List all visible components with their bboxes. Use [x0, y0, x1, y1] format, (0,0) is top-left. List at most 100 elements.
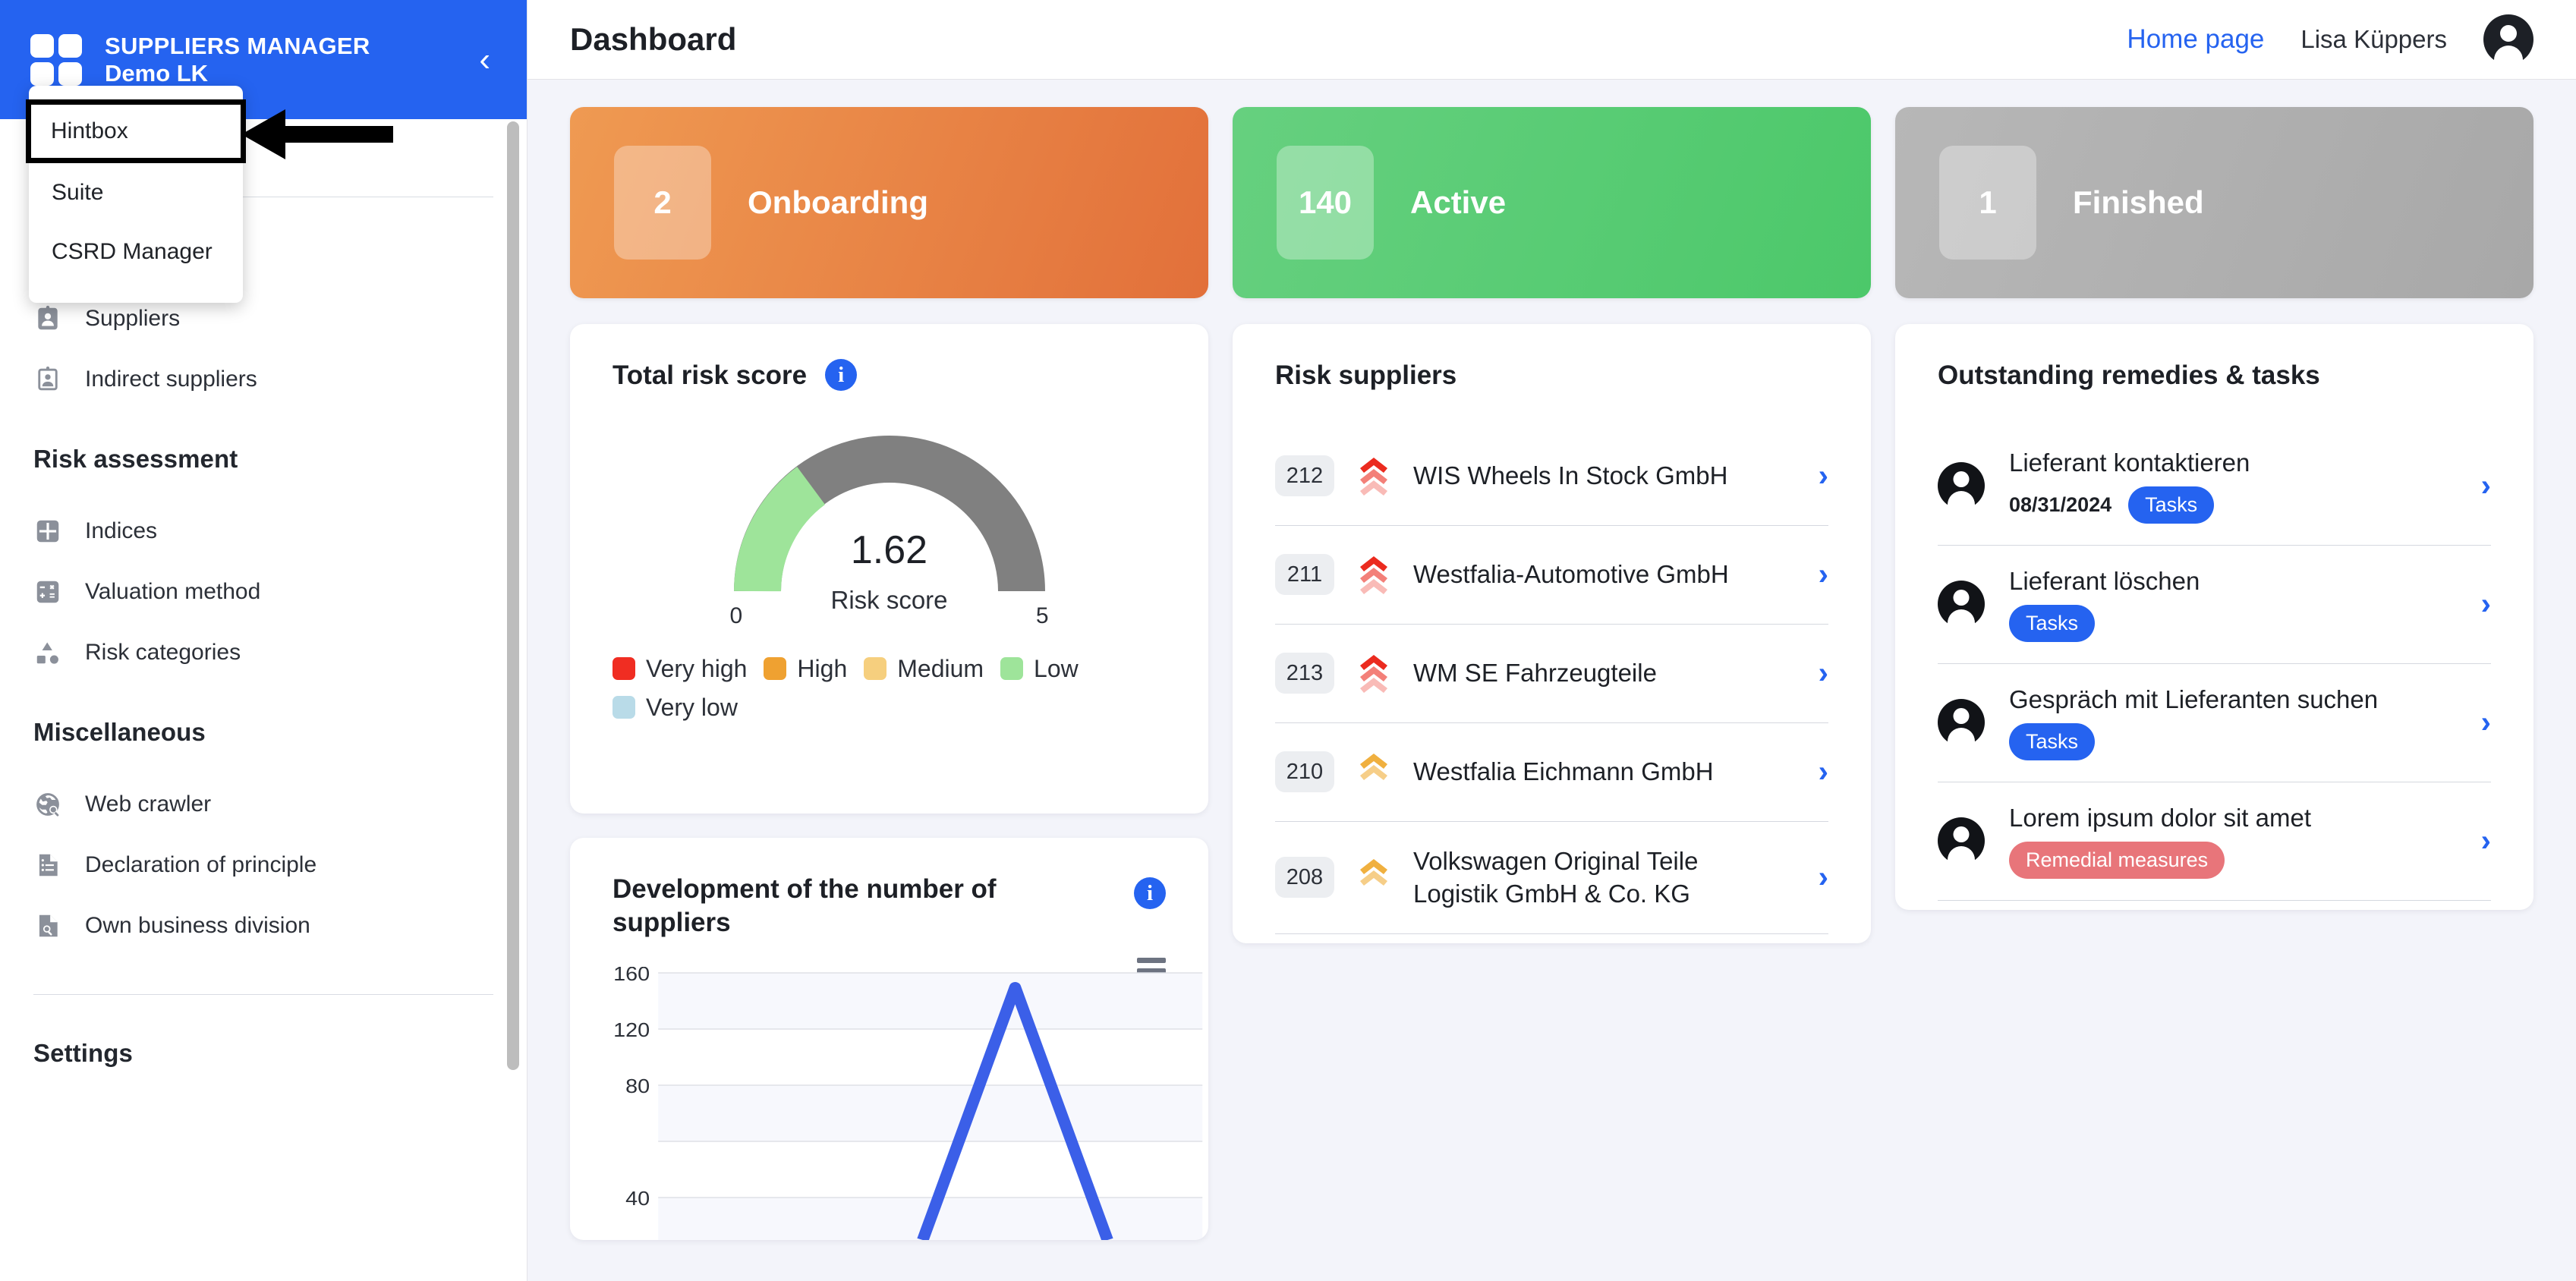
risk-gauge: 1.62 Risk score: [730, 430, 1049, 614]
supplier-name: WIS Wheels In Stock GmbH: [1413, 461, 1728, 490]
status-label: Finished: [2073, 184, 2204, 220]
legend-swatch: [613, 696, 635, 719]
legend-label: High: [797, 654, 848, 682]
legend-label: Low: [1034, 654, 1079, 682]
legend-swatch: [1000, 657, 1024, 681]
calculator-icon: [33, 578, 62, 606]
table-row[interactable]: 208 Volkswagen Original Teile Logistik G…: [1275, 822, 1828, 934]
chevron-right-icon[interactable]: ›: [1819, 862, 1828, 892]
info-icon[interactable]: i: [1134, 877, 1166, 909]
brand-title: SUPPLIERS MANAGER: [105, 32, 370, 59]
task-title: Gespräch mit Lieferanten suchen: [2009, 685, 2379, 713]
risk-level-chevrons-high-icon: [1357, 653, 1390, 694]
sidebar-item-web-crawler[interactable]: Web crawler: [33, 774, 493, 835]
gauge-caption: Risk score: [830, 585, 948, 614]
status-badge: Remedial measures: [2009, 841, 2225, 879]
supplier-name: Westfalia Eichmann GmbH: [1413, 757, 1714, 786]
chevron-right-icon[interactable]: ›: [2481, 471, 2491, 501]
chevron-right-icon[interactable]: ›: [1819, 658, 1828, 688]
info-icon[interactable]: i: [825, 359, 858, 391]
risk-level-chevrons-high-icon: [1357, 555, 1390, 595]
sidebar-scrollbar[interactable]: [507, 121, 519, 1070]
list-item[interactable]: Gespräch mit Lieferanten suchen Tasks ›: [1938, 664, 2491, 782]
sidebar-item-declaration-of-principle[interactable]: Declaration of principle: [33, 835, 493, 895]
page-title: Dashboard: [570, 21, 737, 57]
sidebar-item-label: Indices: [85, 518, 158, 543]
sidebar-item-label: Suppliers: [85, 306, 181, 331]
status-card-finished[interactable]: 1 Finished: [1895, 107, 2533, 298]
user-name-label: Lisa Küppers: [2300, 25, 2447, 53]
user-avatar-icon[interactable]: [2483, 14, 2533, 65]
annotation-arrow-left-icon: [241, 109, 393, 159]
task-title: Lieferant löschen: [2009, 566, 2200, 595]
risk-suppliers-card: Risk suppliers 212 WIS Wheels In Stock G…: [1233, 324, 1871, 943]
sidebar-item-label: Risk categories: [85, 640, 241, 665]
brand-subtitle: Demo LK: [105, 59, 209, 87]
sidebar-item-valuation-method[interactable]: Valuation method: [33, 562, 493, 622]
chevron-right-icon[interactable]: ›: [2481, 589, 2491, 619]
table-row[interactable]: 211 Westfalia-Automotive GmbH ›: [1275, 526, 1828, 625]
status-label: Onboarding: [748, 184, 928, 220]
sidebar-item-indices[interactable]: Indices: [33, 501, 493, 562]
status-badge: Tasks: [2009, 604, 2096, 642]
svg-text:160: 160: [613, 967, 650, 985]
status-count: 140: [1277, 146, 1374, 260]
dashboard-column-middle: Risk suppliers 212 WIS Wheels In Stock G…: [1233, 324, 1871, 943]
chevron-right-icon[interactable]: ›: [2481, 826, 2491, 856]
legend-item-medium: Medium: [864, 655, 984, 683]
table-row[interactable]: 212 WIS Wheels In Stock GmbH ›: [1275, 427, 1828, 526]
legend-label: Very low: [646, 693, 738, 721]
grid-icon: [33, 517, 62, 546]
dashboard-column-right: Outstanding remedies & tasks Lieferant k…: [1895, 324, 2533, 910]
supplier-number: 211: [1275, 554, 1334, 596]
list-item[interactable]: Lieferant kontaktieren 08/31/2024 Tasks …: [1938, 427, 2491, 546]
id-card-person-icon: [33, 304, 62, 333]
list-item[interactable]: Lorem ipsum dolor sit amet Remedial meas…: [1938, 782, 2491, 901]
chevron-right-icon[interactable]: ›: [1819, 559, 1828, 590]
list-item[interactable]: Lieferant löschen Tasks ›: [1938, 546, 2491, 664]
status-cards-row: 2 Onboarding 140 Active 1 Finished: [570, 107, 2533, 298]
tasks-list: Lieferant kontaktieren 08/31/2024 Tasks …: [1895, 427, 2533, 901]
sidebar-item-label: Web crawler: [85, 792, 212, 817]
task-title: Lieferant kontaktieren: [2009, 448, 2250, 477]
total-risk-score-card: Total risk score i 1.62 Risk score 0 5 V…: [570, 324, 1208, 814]
sidebar-collapse-chevron-left-icon[interactable]: ‹: [479, 42, 490, 77]
card-title: Outstanding remedies & tasks: [1938, 360, 2320, 390]
line-chart-svg: 160 120 80 40: [613, 962, 1203, 1240]
gauge-value: 1.62: [850, 527, 928, 572]
sidebar-item-indirect-suppliers[interactable]: Indirect suppliers: [33, 349, 493, 410]
sidebar-item-own-business-division[interactable]: Own business division: [33, 895, 493, 956]
table-row[interactable]: 210 Westfalia Eichmann GmbH ›: [1275, 723, 1828, 822]
home-page-link[interactable]: Home page: [2127, 24, 2264, 55]
person-avatar-icon: [1938, 817, 1985, 865]
supplier-name: WM SE Fahrzeugteile: [1413, 659, 1657, 688]
dropdown-item-hintbox[interactable]: Hintbox: [26, 99, 246, 163]
card-title: Risk suppliers: [1275, 360, 1457, 390]
legend-label: Very high: [646, 654, 748, 682]
legend-item-very-high: Very high: [613, 655, 747, 683]
supplier-name: Volkswagen Original Teile Logistik GmbH …: [1413, 846, 1699, 908]
svg-text:120: 120: [613, 1018, 650, 1040]
dropdown-item-csrd-manager[interactable]: CSRD Manager: [29, 222, 243, 282]
svg-text:40: 40: [625, 1187, 650, 1209]
chevron-right-icon[interactable]: ›: [2481, 707, 2491, 738]
status-badge: Tasks: [2128, 486, 2215, 524]
supplier-number: 208: [1275, 857, 1334, 899]
outstanding-remedies-tasks-card: Outstanding remedies & tasks Lieferant k…: [1895, 324, 2533, 910]
status-count: 2: [614, 146, 711, 260]
risk-level-chevrons-medium-icon: [1357, 858, 1390, 897]
legend-swatch: [613, 657, 635, 681]
legend-item-very-low: Very low: [613, 694, 1166, 722]
chevron-right-icon[interactable]: ›: [1819, 757, 1828, 787]
status-card-onboarding[interactable]: 2 Onboarding: [570, 107, 1208, 298]
dropdown-item-suite[interactable]: Suite: [29, 163, 243, 222]
sidebar-item-risk-categories[interactable]: Risk categories: [33, 622, 493, 683]
chevron-right-icon[interactable]: ›: [1819, 461, 1828, 491]
shapes-icon: [33, 638, 62, 667]
supplier-number: 210: [1275, 751, 1334, 793]
table-row[interactable]: 213 WM SE Fahrzeugteile ›: [1275, 625, 1828, 723]
status-card-active[interactable]: 140 Active: [1233, 107, 1871, 298]
sidebar-divider-bottom: [33, 994, 493, 995]
card-title: Total risk score: [613, 360, 808, 390]
legend-swatch: [864, 657, 887, 681]
